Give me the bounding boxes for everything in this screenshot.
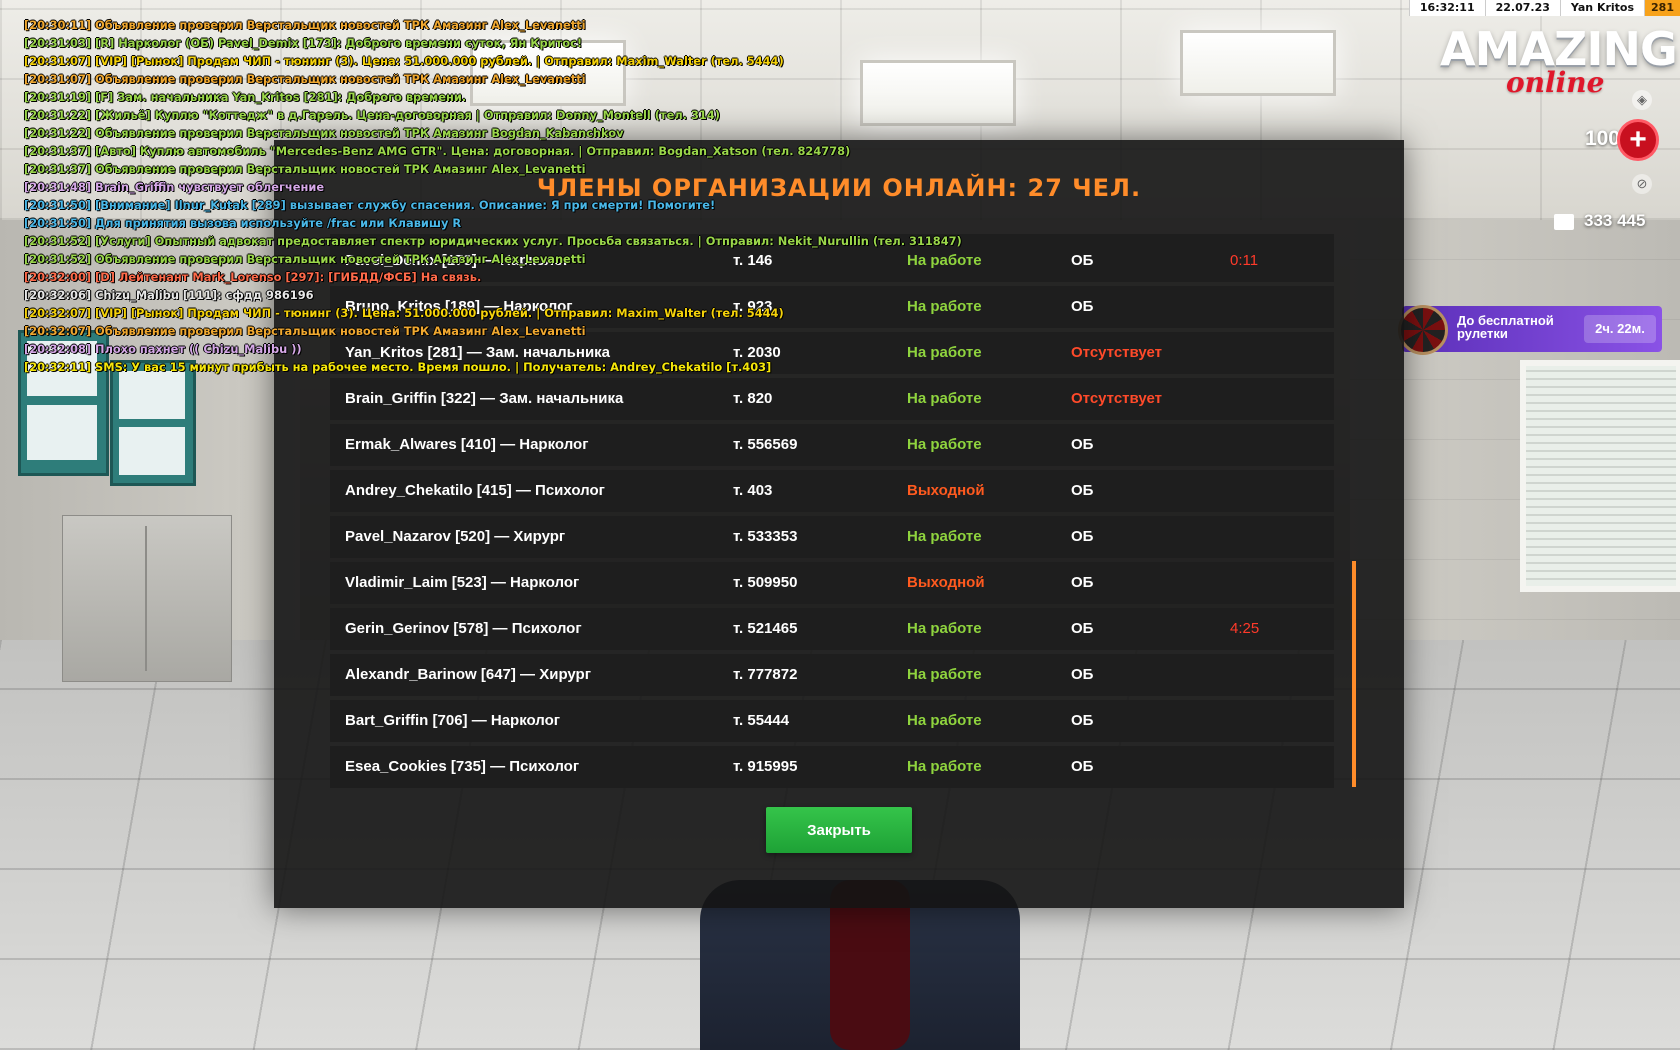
member-status: На работе bbox=[907, 666, 982, 683]
chat-line: [20:31:03] [R] Нарколог (ОБ) Pavel_Demix… bbox=[24, 36, 583, 50]
member-name: Pavel_Nazarov [520] — Хирург bbox=[345, 528, 566, 545]
member-phone: т. 509950 bbox=[733, 574, 798, 591]
chat-line: [20:32:06] Chizu_Malibu [111]: сфдд 9861… bbox=[24, 288, 314, 302]
clock-date: 22.07.23 bbox=[1484, 0, 1560, 16]
logo-sub-text: online bbox=[1506, 66, 1605, 99]
list-scrollbar[interactable] bbox=[1352, 561, 1356, 787]
member-phone: т. 403 bbox=[733, 482, 773, 499]
member-state: ОБ bbox=[1071, 758, 1094, 775]
member-state: ОБ bbox=[1071, 712, 1094, 729]
chat-line: [20:31:19] [F] Зам. начальника Yan_Krito… bbox=[24, 90, 467, 104]
player-level-badge: 281 bbox=[1644, 0, 1680, 16]
player-name: Yan Kritos bbox=[1559, 0, 1645, 16]
chat-line: [20:31:37] [Авто] Куплю автомобиль "Merc… bbox=[24, 144, 851, 158]
member-status: Выходной bbox=[907, 482, 985, 499]
chat-line: [20:30:11] Объявление проверил Верстальщ… bbox=[24, 18, 586, 32]
member-state: Отсутствует bbox=[1071, 344, 1163, 361]
member-name: Ermak_Alwares [410] — Нарколог bbox=[345, 436, 589, 453]
clock-time: 16:32:11 bbox=[1408, 0, 1485, 16]
health-cross-icon: + bbox=[1617, 119, 1659, 161]
member-afk-time: 0:11 bbox=[1230, 252, 1259, 269]
game-logo: AMAZING online bbox=[1440, 22, 1678, 99]
chat-line: [20:31:50] Для принятия вызова используй… bbox=[24, 216, 462, 230]
member-status: Выходной bbox=[907, 574, 985, 591]
armor-icon: ⊘ bbox=[1632, 174, 1652, 194]
member-row[interactable]: Esea_Cookies [735] — Психолог т. 915995 На… bbox=[330, 746, 1334, 788]
member-row[interactable]: Pavel_Nazarov [520] — Хирург т. 533353 На … bbox=[330, 516, 1334, 558]
member-row[interactable]: Ermak_Alwares [410] — Нарколог т. 556569 Н… bbox=[330, 424, 1334, 466]
member-state: ОБ bbox=[1071, 482, 1094, 499]
member-name: Gerin_Gerinov [578] — Психолог bbox=[345, 620, 582, 637]
member-state: ОБ bbox=[1071, 528, 1094, 545]
member-state: ОБ bbox=[1071, 252, 1094, 269]
member-row[interactable]: Alexandr_Barinow [647] — Хирург т. 777872… bbox=[330, 654, 1334, 696]
member-phone: т. 533353 bbox=[733, 528, 798, 545]
chat-line: [20:32:07] [VIP] [Рынок] Продам ЧИП - тю… bbox=[24, 306, 784, 320]
member-phone: т. 820 bbox=[733, 390, 773, 407]
member-status: На работе bbox=[907, 528, 982, 545]
chat-line: [20:32:08] Плохо пахнет (( Chizu_Malibu … bbox=[24, 342, 302, 356]
top-status-bar: 16:32:11 22.07.23 Yan Kritos 281 bbox=[1408, 0, 1680, 16]
chat-line: [20:31:22] [Жильё] Куплю "Коттедж" в д.Г… bbox=[24, 108, 720, 122]
member-status: На работе bbox=[907, 758, 982, 775]
member-state: ОБ bbox=[1071, 620, 1094, 637]
chat-line: [20:32:00] [D] Лейтенант Mark_Lorenso [2… bbox=[24, 270, 482, 284]
chat-log: [20:30:11] Объявление проверил Верстальщ… bbox=[24, 16, 1024, 376]
roulette-timer: 2ч. 22м. bbox=[1584, 315, 1656, 343]
member-row[interactable]: Brain_Griffin [322] — Зам. начальника т. … bbox=[330, 378, 1334, 420]
member-phone: т. 556569 bbox=[733, 436, 798, 453]
member-name: Vladimir_Laim [523] — Нарколог bbox=[345, 574, 580, 591]
member-status: На работе bbox=[907, 436, 982, 453]
member-status: На работе bbox=[907, 712, 982, 729]
member-row[interactable]: Vladimir_Laim [523] — Нарколог т. 509950 В… bbox=[330, 562, 1334, 604]
chat-line: [20:31:37] Объявление проверил Верстальщ… bbox=[24, 162, 586, 176]
member-phone: т. 777872 bbox=[733, 666, 798, 683]
member-name: Esea_Cookies [735] — Психолог bbox=[345, 758, 580, 775]
wallet-icon bbox=[1554, 214, 1574, 230]
wall-poster bbox=[110, 360, 196, 486]
chat-line: [20:31:22] Объявление проверил Верстальщ… bbox=[24, 126, 624, 140]
cabinet bbox=[62, 515, 232, 682]
chat-line: [20:31:52] Объявление проверил Верстальщ… bbox=[24, 252, 586, 266]
member-row[interactable]: Bart_Griffin [706] — Нарколог т. 55444 На … bbox=[330, 700, 1334, 742]
roulette-label: До бесплатной рулетки bbox=[1457, 313, 1554, 341]
chat-line: [20:32:11] SMS: У вас 15 минут прибыть н… bbox=[24, 360, 772, 374]
roulette-wheel-icon bbox=[1398, 305, 1448, 355]
member-name: Andrey_Chekatilo [415] — Психолог bbox=[345, 482, 605, 499]
money-value: 333 445 bbox=[1584, 211, 1646, 230]
member-state: ОБ bbox=[1071, 436, 1094, 453]
member-row[interactable]: Andrey_Chekatilo [415] — Психолог т. 403 В… bbox=[330, 470, 1334, 512]
member-state: Отсутствует bbox=[1071, 390, 1163, 407]
chat-line: [20:31:52] [Услуги] Опытный адвокат пред… bbox=[24, 234, 962, 248]
member-status: На работе bbox=[907, 390, 982, 407]
member-name: Bart_Griffin [706] — Нарколог bbox=[345, 712, 561, 729]
window-blinds bbox=[1520, 360, 1680, 592]
close-button[interactable]: Закрыть bbox=[766, 807, 912, 853]
member-afk-time: 4:25 bbox=[1230, 620, 1260, 637]
member-row[interactable]: Gerin_Gerinov [578] — Психолог т. 521465 Н… bbox=[330, 608, 1334, 650]
member-phone: т. 915995 bbox=[733, 758, 798, 775]
member-state: ОБ bbox=[1071, 574, 1094, 591]
chat-line: [20:31:48] Brain_Griffin чувствует облег… bbox=[24, 180, 325, 194]
member-name: Brain_Griffin [322] — Зам. начальника bbox=[345, 390, 624, 407]
ceiling-light bbox=[1180, 30, 1336, 96]
member-state: ОБ bbox=[1071, 298, 1094, 315]
member-name: Alexandr_Barinow [647] — Хирург bbox=[345, 666, 591, 683]
member-status: На работе bbox=[907, 620, 982, 637]
member-phone: т. 521465 bbox=[733, 620, 798, 637]
chat-line: [20:31:07] Объявление проверил Верстальщ… bbox=[24, 72, 586, 86]
chat-line: [20:31:07] [VIP] [Рынок] Продам ЧИП - тю… bbox=[24, 54, 784, 68]
member-state: ОБ bbox=[1071, 666, 1094, 683]
shield-icon: ◈ bbox=[1632, 90, 1652, 110]
chat-line: [20:31:50] [Внимание] Ilnur_Kutak [289] … bbox=[24, 198, 716, 212]
health-value: 100 bbox=[1584, 127, 1620, 150]
chat-line: [20:32:07] Объявление проверил Верстальщ… bbox=[24, 324, 586, 338]
member-phone: т. 55444 bbox=[733, 712, 790, 729]
